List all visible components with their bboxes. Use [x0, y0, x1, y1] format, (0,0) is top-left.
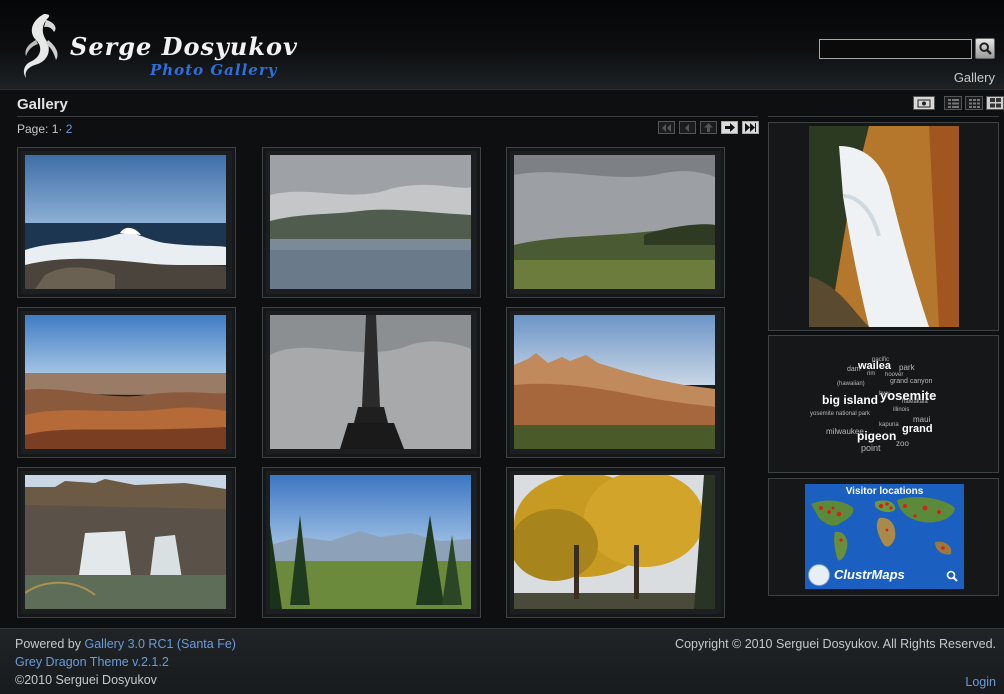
pager-separator: ·: [58, 122, 63, 136]
copyright-short: ©2010 Serguei Dosyukov: [15, 673, 157, 687]
large-grid-icon[interactable]: [986, 96, 1004, 110]
album-item: [17, 307, 236, 458]
search-icon: [979, 42, 992, 55]
tag-link[interactable]: grand canyon: [890, 378, 932, 385]
waterfall-photo[interactable]: [809, 126, 959, 327]
gallery-link[interactable]: Gallery 3.0 RC1 (Santa Fe): [85, 637, 236, 651]
pager-link-2[interactable]: 2: [66, 122, 73, 136]
grand-canyon-photo[interactable]: [25, 315, 226, 449]
album-item: [262, 467, 481, 618]
site-title[interactable]: Serge Dosyukov: [70, 32, 298, 61]
tag-link[interactable]: haleakala: [902, 399, 928, 405]
shoshone-falls-photo[interactable]: [25, 475, 226, 609]
clustrmaps-brand: ClustrMaps: [834, 567, 905, 582]
ocean-waves-photo[interactable]: [25, 155, 226, 289]
search-input[interactable]: [819, 39, 972, 59]
monument-photo[interactable]: [270, 315, 471, 449]
powered-by-label: Powered by: [15, 637, 82, 651]
tag-link[interactable]: pigeon: [857, 429, 896, 443]
mountain-meadow-photo[interactable]: [270, 475, 471, 609]
site-subtitle[interactable]: Photo Gallery: [150, 61, 277, 79]
tag-link[interactable]: hwy: [879, 391, 890, 397]
tag-link[interactable]: rim: [867, 371, 875, 377]
first-page-icon[interactable]: [658, 121, 675, 134]
clustrmaps-widget[interactable]: Visitor locations ClustrMaps: [805, 484, 964, 589]
tag-link[interactable]: yosemite national park: [810, 411, 870, 417]
tag-link[interactable]: (hawaiian): [837, 381, 865, 387]
tag-link[interactable]: dam: [847, 366, 861, 373]
tag-link[interactable]: big island: [822, 393, 878, 407]
album-item: [262, 147, 481, 298]
theme-link[interactable]: Grey Dragon Theme v.2.1.2: [15, 655, 169, 669]
page-title: Gallery: [17, 96, 68, 113]
tag-link[interactable]: point: [861, 443, 881, 453]
cloudy-field-photo[interactable]: [514, 155, 715, 289]
page-footer: Powered by Gallery 3.0 RC1 (Santa Fe) Gr…: [0, 628, 1004, 694]
globe-icon: [808, 564, 830, 586]
pager: Page: 1· 2: [17, 122, 72, 136]
album-item: [262, 307, 481, 458]
tag-link[interactable]: kapuna: [879, 422, 899, 428]
list-view-icon[interactable]: [944, 96, 962, 110]
bay-hills-photo[interactable]: [270, 155, 471, 289]
album-item: [17, 467, 236, 618]
tag-link[interactable]: park: [899, 363, 915, 372]
small-grid-icon[interactable]: [965, 96, 983, 110]
tag-cloud: wailea pacific dam park rim hoover (hawa…: [768, 335, 999, 473]
slideshow-icon[interactable]: [913, 96, 935, 110]
badlands-photo[interactable]: [514, 315, 715, 449]
autumn-trees-photo[interactable]: [514, 475, 715, 609]
login-link[interactable]: Login: [965, 675, 996, 689]
view-options: [913, 96, 1004, 110]
clustrmaps-block: Visitor locations ClustrMaps: [768, 478, 999, 596]
divider: [768, 116, 999, 117]
pager-label: Page:: [17, 122, 49, 136]
featured-image-block: [768, 122, 999, 331]
powered-by: Powered by Gallery 3.0 RC1 (Santa Fe): [15, 637, 236, 651]
parent-album-icon[interactable]: [700, 121, 717, 134]
divider: [17, 116, 758, 117]
album-item: [17, 147, 236, 298]
dragon-logo-icon[interactable]: [14, 10, 64, 82]
tag-link[interactable]: illinois: [893, 407, 909, 413]
breadcrumb: Gallery: [953, 70, 995, 85]
tag-link[interactable]: zoo: [896, 439, 909, 448]
album-item: [506, 307, 725, 458]
tag-link[interactable]: grand: [902, 423, 933, 435]
page-header: Serge Dosyukov Photo Gallery Gallery: [0, 0, 1004, 90]
page-navigation: [658, 121, 759, 134]
album-item: [506, 147, 725, 298]
album-item: [506, 467, 725, 618]
zoom-icon: [946, 569, 958, 582]
previous-page-icon[interactable]: [679, 121, 696, 134]
last-page-icon[interactable]: [742, 121, 759, 134]
copyright-full: Copyright © 2010 Serguei Dosyukov. All R…: [675, 637, 996, 651]
tag-link[interactable]: pacific: [872, 357, 889, 363]
next-page-icon[interactable]: [721, 121, 738, 134]
search-button[interactable]: [975, 38, 995, 59]
